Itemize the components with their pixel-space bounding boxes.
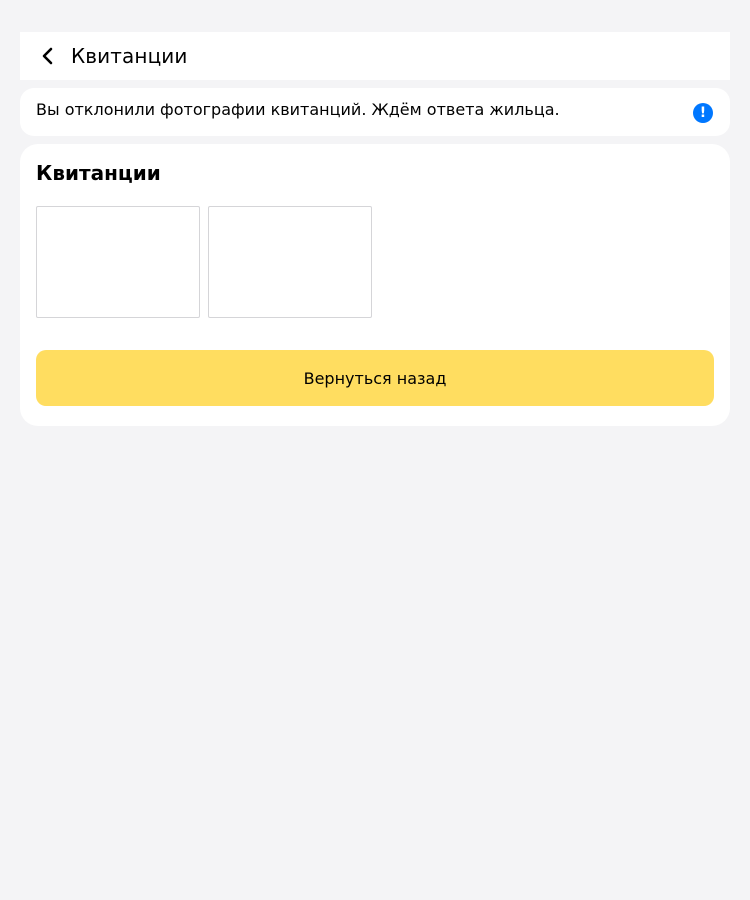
- header-bar: Квитанции: [20, 32, 730, 80]
- info-icon[interactable]: !: [693, 102, 713, 123]
- page-title: Квитанции: [71, 44, 188, 68]
- receipt-thumbnail-2[interactable]: [208, 206, 372, 318]
- status-notice: Вы отклонили фотографии квитанций. Ждём …: [20, 88, 730, 136]
- receipt-thumbnail-1[interactable]: [36, 206, 200, 318]
- receipts-title: Квитанции: [36, 161, 161, 185]
- chevron-left-icon: [42, 47, 53, 65]
- receipt-thumbnails: [36, 206, 372, 318]
- notice-text: Вы отклонили фотографии квитанций. Ждём …: [36, 100, 560, 119]
- go-back-button[interactable]: Вернуться назад: [36, 350, 714, 406]
- back-button[interactable]: [20, 32, 76, 80]
- receipts-card: Квитанции Вернуться назад: [20, 144, 730, 426]
